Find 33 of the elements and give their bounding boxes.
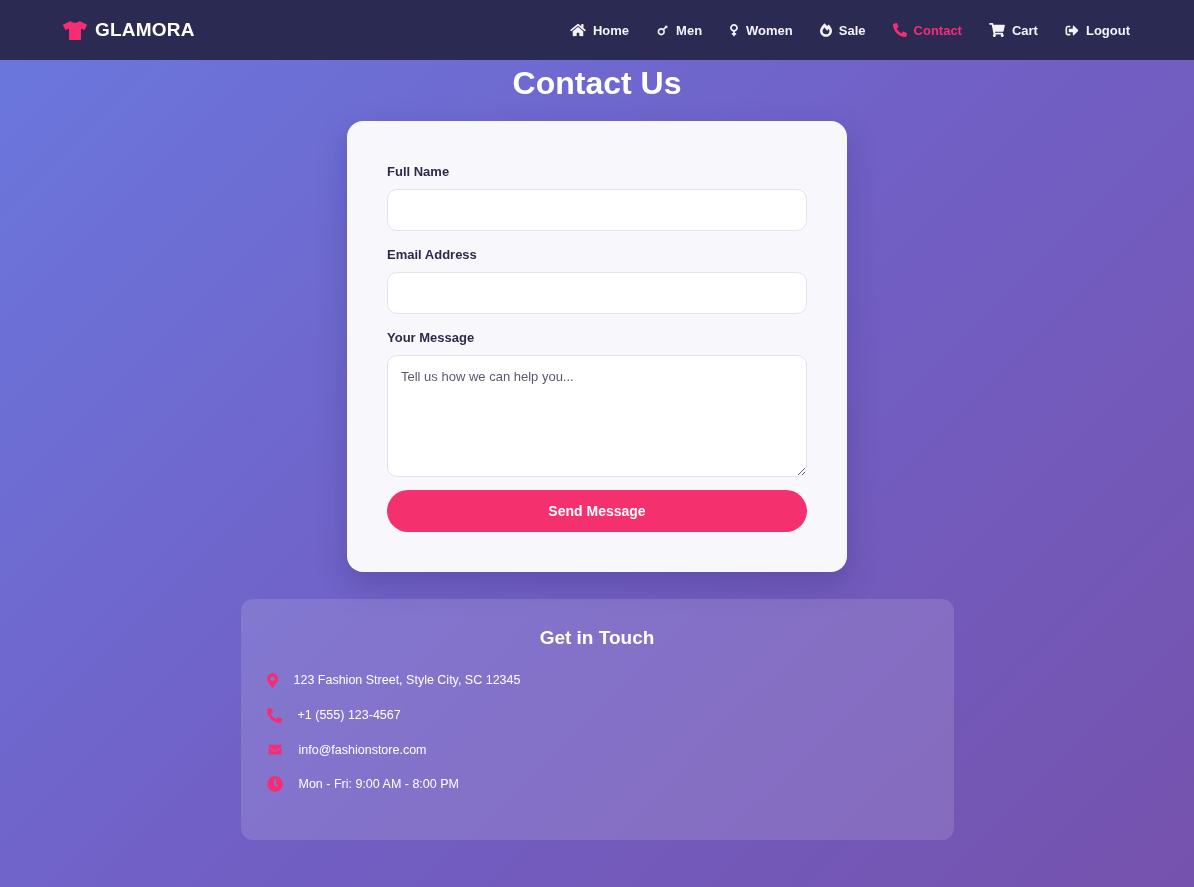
contact-detail-text: Mon - Fri: 9:00 AM - 8:00 PM bbox=[298, 777, 459, 792]
field-label: Your Message bbox=[387, 330, 475, 346]
male-symbol-icon bbox=[656, 23, 670, 37]
contact-detail-text: 123 Fashion Street, Style City, SC 12345 bbox=[293, 673, 521, 688]
nav-link[interactable]: Logout bbox=[1064, 22, 1130, 38]
cart-icon bbox=[988, 23, 1005, 37]
nav-link[interactable]: Cart bbox=[988, 22, 1038, 38]
text-input-field[interactable] bbox=[387, 189, 807, 231]
nav-link[interactable]: Men bbox=[656, 22, 703, 38]
phone-icon bbox=[892, 23, 907, 37]
female-symbol-icon bbox=[729, 23, 740, 37]
contact-detail-text: +1 (555) 123-4567 bbox=[297, 708, 401, 723]
map-pin-icon bbox=[266, 672, 278, 688]
brand-name: GLAMORA bbox=[95, 19, 195, 41]
contact-detail-text: info@fashionstore.com bbox=[298, 742, 427, 757]
flame-icon bbox=[819, 23, 832, 37]
send-message-button[interactable]: Send Message bbox=[387, 490, 807, 532]
info-title: Get in Touch bbox=[539, 626, 655, 650]
envelope-icon bbox=[266, 743, 283, 757]
nav-link[interactable]: Home bbox=[569, 22, 630, 38]
field-label: Email Address bbox=[387, 247, 477, 263]
home-icon bbox=[569, 23, 586, 37]
nav-link[interactable]: Contact bbox=[892, 22, 962, 38]
phone-icon bbox=[266, 707, 282, 723]
nav-link[interactable]: Sale bbox=[819, 22, 866, 38]
page-title: Contact Us bbox=[512, 64, 682, 103]
field-label: Full Name bbox=[387, 164, 450, 180]
clock-icon bbox=[266, 776, 283, 793]
t-shirt-icon bbox=[63, 19, 87, 41]
nav-link[interactable]: Women bbox=[729, 22, 793, 38]
text-input-field[interactable] bbox=[387, 272, 807, 314]
logout-icon bbox=[1064, 23, 1079, 37]
message-textarea[interactable]: Tell us how we can help you... bbox=[387, 355, 807, 477]
